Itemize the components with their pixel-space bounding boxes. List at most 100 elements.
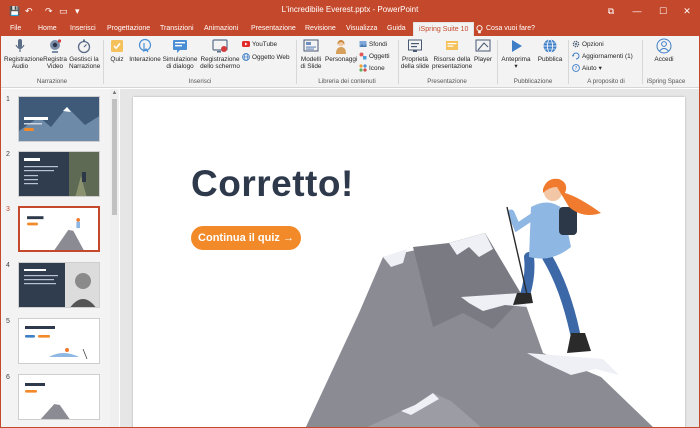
thumbnail-scrollbar[interactable]: ▲ — [110, 89, 119, 427]
tab-revisione[interactable]: Revisione — [300, 22, 341, 36]
player-label: Player — [473, 56, 493, 63]
character-icon — [336, 39, 346, 54]
thumb-4-art — [19, 263, 99, 307]
slide-number: 3 — [6, 206, 10, 213]
youtube-icon — [242, 41, 250, 47]
tab-presentazione[interactable]: Presentazione — [246, 22, 301, 36]
objects-button[interactable]: Oggetti — [359, 52, 390, 60]
icons-button[interactable]: Icone — [359, 64, 385, 72]
help-dropdown-icon[interactable]: ▾ — [599, 64, 602, 72]
presentation-resources-button[interactable]: Risorse della presentazione — [432, 38, 472, 70]
play-icon — [512, 40, 522, 52]
slide-number: 4 — [6, 262, 10, 269]
tell-me-search[interactable]: Cosa vuoi fare? — [471, 22, 540, 36]
preview-dropdown-icon[interactable]: ▾ — [500, 63, 532, 70]
powerpoint-window: 💾 ↶ ↷ ▭ ▾ L'incredibile Everest.pptx - P… — [0, 0, 700, 428]
slide-number: 2 — [6, 151, 10, 158]
ribbon-separator — [568, 40, 569, 84]
icons-label: Icone — [369, 64, 385, 72]
thumb-6-art — [19, 375, 99, 419]
help-label: Aiuto — [582, 64, 597, 72]
player-button[interactable]: Player — [473, 38, 493, 63]
updates-icon — [572, 52, 580, 60]
options-button[interactable]: Opzioni — [572, 40, 604, 48]
webcam-icon — [50, 39, 62, 53]
screen-recording-button[interactable]: Registrazione dello schermo — [200, 38, 240, 70]
publish-button[interactable]: Pubblica — [536, 38, 564, 63]
web-object-label: Oggetto Web — [252, 53, 290, 61]
screen-recording-label: Registrazione dello schermo — [200, 56, 240, 70]
ribbon-display-options-icon[interactable]: ⧉ — [601, 3, 621, 19]
window-title: L'incredibile Everest.pptx - PowerPoint — [281, 5, 419, 14]
slide-thumbnail-2[interactable] — [18, 151, 100, 197]
slide-properties-icon — [408, 39, 422, 52]
slide-number: 1 — [6, 96, 10, 103]
dialog-simulation-button[interactable]: Simulazione di dialogo — [162, 38, 198, 70]
maximize-button[interactable]: ☐ — [653, 3, 673, 19]
manage-narration-button[interactable]: Gestisci la Narrazione — [69, 38, 100, 70]
slide-thumbnail-3[interactable] — [18, 206, 100, 252]
group-label-about: A proposito di — [587, 78, 625, 85]
slide-thumbnail-5[interactable] — [18, 318, 100, 364]
slide-templates-button[interactable]: Modelli di Slide — [299, 38, 323, 70]
updates-button[interactable]: Aggiornamenti (1) — [572, 52, 633, 60]
tab-file[interactable]: File — [5, 22, 26, 36]
resources-icon — [446, 41, 458, 50]
slide-thumbnail-4[interactable] — [18, 262, 100, 308]
backgrounds-label: Sfondi — [369, 40, 388, 48]
interaction-button[interactable]: Interazione — [129, 38, 161, 63]
interaction-label: Interazione — [129, 56, 161, 63]
slide-templates-icon — [303, 39, 319, 52]
ribbon-separator — [497, 40, 498, 84]
minimize-button[interactable]: — — [627, 3, 647, 19]
help-button[interactable]: ? Aiuto ▾ — [572, 64, 602, 72]
tab-ispring-suite[interactable]: iSpring Suite 10 — [413, 22, 475, 36]
thumb-1-title — [24, 117, 48, 120]
ribbon: Registrazione Audio Registra Video Gesti… — [1, 36, 699, 88]
characters-label: Personaggi — [325, 56, 358, 63]
tab-animazioni[interactable]: Animazioni — [199, 22, 243, 36]
quiz-button[interactable]: Quiz — [107, 38, 127, 63]
objects-icon — [359, 52, 367, 60]
characters-button[interactable]: Personaggi — [325, 38, 357, 63]
group-label-ispring-space: iSpring Space — [646, 78, 686, 85]
svg-text:?: ? — [575, 66, 578, 72]
slide-number: 6 — [6, 374, 10, 381]
preview-button[interactable]: Anteprima ▾ — [500, 38, 532, 70]
tab-visualizza[interactable]: Visualizza — [341, 22, 382, 36]
interaction-icon — [138, 38, 152, 53]
backgrounds-button[interactable]: Sfondi — [359, 40, 387, 48]
current-slide[interactable]: Corretto! Continua il quiz → — [133, 97, 685, 427]
scrollbar-thumb[interactable] — [112, 99, 117, 215]
tab-transizioni[interactable]: Transizioni — [155, 22, 199, 36]
icons-library-icon — [359, 64, 367, 72]
preview-label: Anteprima — [501, 56, 531, 63]
slide-thumbnail-1[interactable] — [18, 96, 100, 142]
login-button[interactable]: Accedi — [649, 38, 679, 63]
group-label-narrazione: Narrazione — [36, 78, 68, 85]
scroll-up-icon[interactable]: ▲ — [111, 90, 118, 98]
tab-guida[interactable]: Guida — [382, 22, 411, 36]
slide-thumbnail-6[interactable] — [18, 374, 100, 420]
tab-home[interactable]: Home — [33, 22, 62, 36]
tab-inserisci[interactable]: Inserisci — [65, 22, 101, 36]
web-object-button[interactable]: Oggetto Web — [242, 53, 290, 61]
ribbon-separator — [398, 40, 399, 84]
slide-properties-button[interactable]: Proprietà della slide — [400, 38, 430, 70]
group-label-inserisci: Inserisci — [188, 78, 212, 85]
close-button[interactable]: ✕ — [677, 3, 697, 19]
record-audio-button[interactable]: Registrazione Audio — [4, 38, 43, 70]
thumb-2-art — [19, 152, 99, 196]
climber-illustration — [305, 178, 653, 427]
tab-progettazione[interactable]: Progettazione — [102, 22, 155, 36]
group-label-presentazione: Presentazione — [427, 78, 467, 85]
youtube-button[interactable]: YouTube — [242, 40, 277, 48]
slide-editor: Corretto! Continua il quiz → — [120, 89, 699, 427]
group-label-libreria: Libreria dei contenuti — [318, 78, 376, 85]
record-video-button[interactable]: Registra Video — [41, 38, 69, 70]
thumb-3-art — [21, 208, 97, 250]
group-label-pubblicazione: Pubblicazione — [513, 78, 553, 85]
globe-icon — [242, 53, 250, 61]
record-video-label: Registra Video — [43, 56, 67, 70]
dialog-simulation-label: Simulazione di dialogo — [162, 56, 198, 70]
